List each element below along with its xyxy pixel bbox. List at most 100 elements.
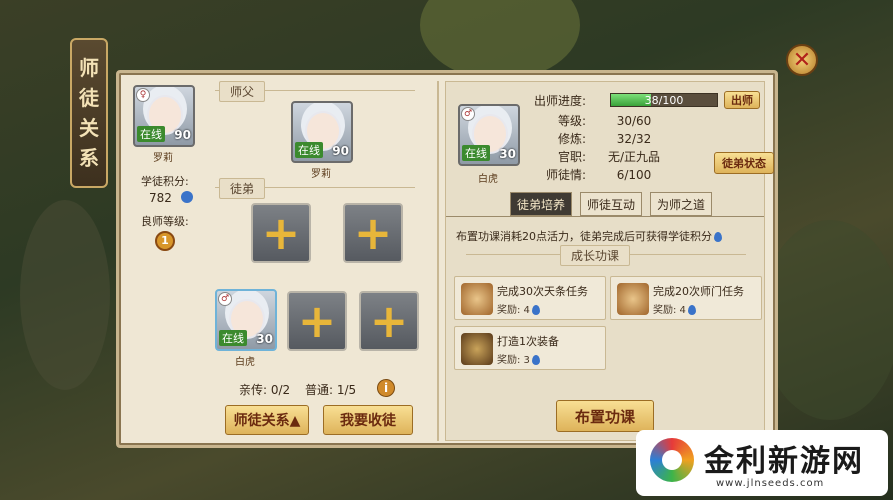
level-value: 30 [256,332,273,346]
self-name: 罗莉 [153,153,173,164]
level-value: 90 [174,128,191,142]
graduation-progress-bar: 38/100 [610,93,718,107]
tab-mentor-way[interactable]: 为师之道 [650,192,713,216]
task-title: 完成20次师门任务 [653,285,744,298]
plus-icon: + [353,206,393,260]
growth-task[interactable]: 完成20次师门任务 奖励: 4 [610,276,762,320]
task-description: 布置功课消耗20点活力，徒弟完成后可获得学徒积分 [456,228,722,244]
stat-row-level: 等级: 30/60 [526,112,682,129]
stat-value: 30/60 [616,114,652,128]
title-char: 系 [79,146,99,170]
reward-text: 奖励: 4 [653,305,686,316]
growth-section-label: 成长功课 [560,245,631,266]
master-avatar[interactable]: 在线 90 [291,101,353,163]
watermark-url: www.jlnseeds.com [716,478,825,489]
info-icon[interactable]: i [377,379,395,397]
normal-apprentice-count: 普通: 1/5 [305,383,357,397]
apprentice-status-button[interactable]: 徒弟状态 [714,152,774,174]
apprentice-avatar[interactable]: ♂ 在线 30 [215,289,277,351]
progress-text: 38/100 [644,94,684,107]
graduation-progress-row: 出师进度: [526,92,586,109]
points-value: 782 [149,191,172,205]
stat-label: 师徒情: [545,168,586,182]
tab-underline [446,216,764,217]
main-panel: ♀ 在线 90 罗莉 学徒积分: 782 良师等级: 1 师父 在线 90 罗莉… [116,70,778,448]
window-title: 师 徒 关 系 [70,38,108,188]
points-icon [687,305,696,315]
points-label: 学徒积分: [141,175,189,188]
stat-row-affection: 师徒情: 6/100 [526,166,682,183]
close-button[interactable]: ✕ [786,44,818,76]
reward-text: 奖励: 3 [497,355,530,366]
gender-icon: ♂ [461,107,475,121]
master-section-label: 师父 [219,81,266,102]
background-tree [760,220,893,420]
tab-training[interactable]: 徒弟培养 [510,192,573,216]
mentor-rank-badge: 1 [155,231,175,251]
mentor-rank-label: 良师等级: [141,215,189,228]
add-apprentice-slot[interactable]: + [343,203,403,263]
task-title: 完成30次天条任务 [497,285,588,298]
assign-task-button[interactable]: 布置功课 [556,400,654,432]
add-apprentice-slot[interactable]: + [251,203,311,263]
plus-icon: + [261,206,301,260]
apprentice-detail-panel: ♂ 在线 30 白虎 出师进度: 38/100 出师 等级: 30/60 修炼: 3… [445,81,774,441]
master-name: 罗莉 [311,169,331,180]
forge-icon [461,333,493,365]
apprentice-detail-avatar: ♂ 在线 30 [458,104,520,166]
stat-row-cultivation: 修炼: 32/32 [526,130,682,147]
panel-divider [437,81,439,441]
stat-value: 6/100 [616,168,652,182]
reward-text: 奖励: 4 [497,305,530,316]
self-avatar[interactable]: ♀ 在线 90 [133,85,195,147]
title-char: 师 [79,56,99,80]
graduate-button[interactable]: 出师 [724,91,760,109]
stat-value: 32/32 [616,132,652,146]
growth-task[interactable]: 打造1次装备 奖励: 3 [454,326,606,370]
stat-label: 出师进度: [533,94,586,108]
task-reward: 奖励: 4 [653,301,696,316]
background-tree [20,200,110,390]
watermark: 金利新游网 www.jlnseeds.com [636,430,888,496]
stat-label: 修炼: [557,132,586,146]
online-status: 在线 [219,330,247,346]
recruit-button[interactable]: 我要收徒 [323,405,413,435]
online-status: 在线 [295,142,323,158]
points-icon [531,305,540,315]
gender-icon: ♀ [136,88,150,102]
points-icon [714,232,722,242]
online-status: 在线 [462,145,490,161]
stat-row-official: 官职: 无/正九品 [526,148,682,165]
relation-button[interactable]: 师徒关系▲ [225,405,309,435]
add-apprentice-slot[interactable]: + [287,291,347,351]
add-apprentice-slot[interactable]: + [359,291,419,351]
plus-icon: + [297,294,337,348]
close-icon: ✕ [792,47,812,73]
task-title: 打造1次装备 [497,335,559,348]
plus-icon: + [369,294,409,348]
apprentice-detail-name: 白虎 [478,174,498,185]
level-value: 30 [499,147,516,161]
lantern-icon [617,283,649,315]
stat-value: 无/正九品 [607,150,661,164]
stat-label: 官职: [557,150,586,164]
title-char: 关 [79,116,99,140]
points-icon [531,355,540,365]
points-icon [181,191,193,203]
task-reward: 奖励: 4 [497,301,540,316]
tab-interaction[interactable]: 师徒互动 [580,192,643,216]
direct-apprentice-count: 亲传: 0/2 [239,383,291,397]
stat-label: 等级: [557,114,586,128]
gender-icon: ♂ [218,292,232,306]
title-char: 徒 [79,86,99,110]
level-value: 90 [332,144,349,158]
growth-task[interactable]: 完成30次天条任务 奖励: 4 [454,276,606,320]
background-bush [420,0,580,80]
description-text: 布置功课消耗20点活力，徒弟完成后可获得学徒积分 [456,230,712,243]
apprentice-section-label: 徒弟 [219,178,266,199]
apprentice-name: 白虎 [235,357,255,368]
site-logo-icon [650,438,694,482]
watermark-text: 金利新游网 [704,444,864,479]
task-reward: 奖励: 3 [497,351,540,366]
scroll-icon [461,283,493,315]
